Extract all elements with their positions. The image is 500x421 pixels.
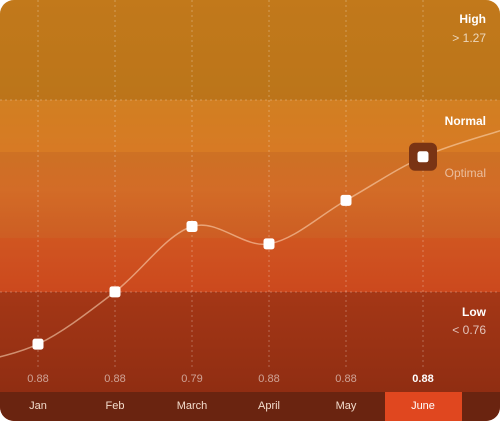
chart-plot bbox=[0, 0, 500, 392]
chart-card: High > 1.27 Normal Optimal Low < 0.76 0.… bbox=[0, 0, 500, 421]
zone-normal-label: Normal bbox=[444, 114, 486, 128]
tab-feb[interactable]: Feb bbox=[77, 392, 154, 421]
data-point-jan[interactable] bbox=[32, 338, 44, 350]
data-point-june[interactable] bbox=[417, 151, 429, 163]
zone-low-threshold: < 0.76 bbox=[452, 323, 486, 337]
data-point-may[interactable] bbox=[340, 194, 352, 206]
tab-april[interactable]: April bbox=[231, 392, 308, 421]
zone-optimal-label: Optimal bbox=[444, 166, 486, 180]
zone-high-label: High bbox=[459, 12, 486, 26]
value-label-march: 0.79 bbox=[181, 373, 203, 385]
tab-may[interactable]: May bbox=[308, 392, 385, 421]
data-point-march[interactable] bbox=[186, 220, 198, 232]
value-label-jan: 0.88 bbox=[27, 373, 49, 385]
value-label-may: 0.88 bbox=[335, 373, 357, 385]
tab-march[interactable]: March bbox=[154, 392, 231, 421]
zone-band-optimal-lower bbox=[0, 238, 500, 292]
data-point-feb[interactable] bbox=[109, 286, 121, 298]
zone-high-threshold: > 1.27 bbox=[452, 31, 486, 45]
month-tab-bar: Jan Feb March April May June bbox=[0, 392, 500, 421]
value-label-april: 0.88 bbox=[258, 373, 280, 385]
zone-low-label: Low bbox=[462, 305, 486, 319]
data-point-april[interactable] bbox=[263, 238, 275, 250]
zone-band-high bbox=[0, 0, 500, 100]
value-label-june: 0.88 bbox=[412, 373, 434, 385]
value-label-feb: 0.88 bbox=[104, 373, 126, 385]
tab-jan[interactable]: Jan bbox=[0, 392, 77, 421]
tab-june[interactable]: June bbox=[384, 392, 462, 421]
